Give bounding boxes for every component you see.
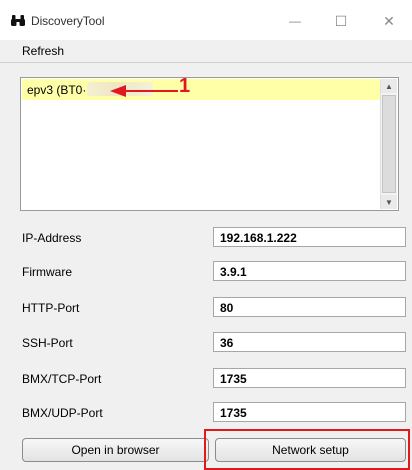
ssh-port-field[interactable]: 36	[213, 332, 406, 352]
annotation-number: 1	[179, 75, 191, 97]
minimize-icon: —	[289, 14, 301, 28]
firmware-field[interactable]: 3.9.1	[213, 261, 406, 281]
window-title: DiscoveryTool	[31, 14, 105, 28]
title-bar: DiscoveryTool — ☐ ✕	[0, 0, 412, 40]
scroll-down-button[interactable]: ▼	[381, 195, 397, 209]
arrow-up-icon: ▲	[385, 81, 393, 91]
menu-item-refresh[interactable]: Refresh	[22, 44, 64, 58]
ip-address-label: IP-Address	[22, 231, 82, 245]
close-button[interactable]: ✕	[374, 10, 404, 32]
scrollbar-thumb[interactable]	[382, 95, 396, 193]
list-item[interactable]: epv3 (BT0·	[22, 79, 380, 100]
open-in-browser-label: Open in browser	[71, 443, 160, 457]
annotation-highlight-box	[204, 429, 410, 470]
bmx-tcp-port-field[interactable]: 1735	[213, 368, 406, 388]
arrow-down-icon: ▼	[385, 197, 393, 207]
http-port-label: HTTP-Port	[22, 301, 80, 315]
binoculars-icon	[11, 15, 25, 26]
device-label: epv3 (BT0·	[27, 83, 87, 97]
bmx-udp-port-label: BMX/UDP-Port	[22, 406, 103, 420]
annotation-arrow-icon	[110, 85, 178, 97]
maximize-icon: ☐	[334, 12, 348, 29]
menu-bar: Refresh	[0, 40, 412, 63]
minimize-button[interactable]: —	[280, 10, 310, 32]
bmx-tcp-port-label: BMX/TCP-Port	[22, 372, 102, 386]
ip-address-field[interactable]: 192.168.1.222	[213, 227, 406, 247]
vertical-scrollbar[interactable]: ▲ ▼	[380, 79, 397, 209]
maximize-button[interactable]: ☐	[326, 10, 356, 32]
http-port-field[interactable]: 80	[213, 297, 406, 317]
device-list[interactable]: epv3 (BT0· ▲ ▼	[20, 77, 399, 211]
open-in-browser-button[interactable]: Open in browser	[22, 438, 209, 462]
close-icon: ✕	[383, 12, 395, 29]
bmx-udp-port-field[interactable]: 1735	[213, 402, 406, 422]
ssh-port-label: SSH-Port	[22, 336, 73, 350]
firmware-label: Firmware	[22, 265, 72, 279]
scroll-up-button[interactable]: ▲	[381, 79, 397, 93]
